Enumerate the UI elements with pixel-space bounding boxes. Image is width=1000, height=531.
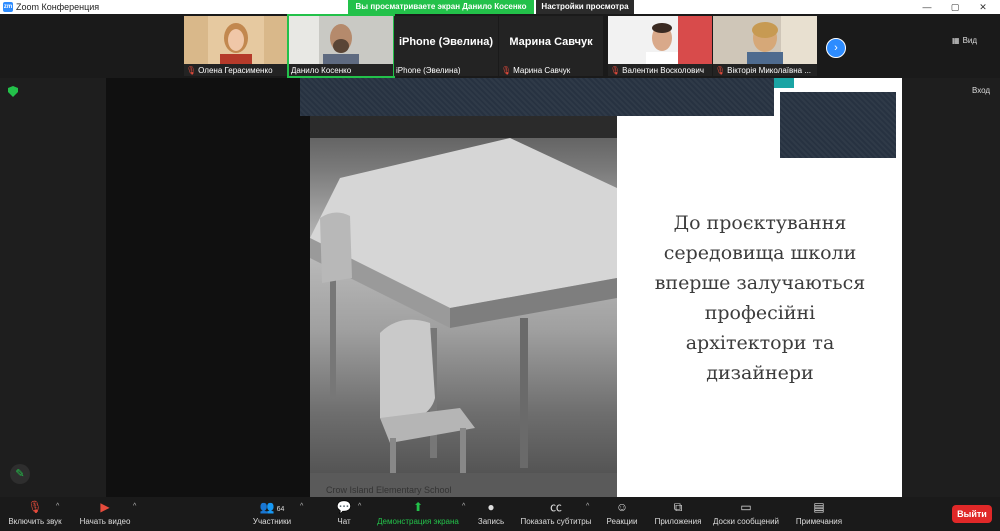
floating-video-overlay-right <box>780 92 896 158</box>
participant-name: 🎙 Вікторія Миколаївна ... <box>715 66 812 75</box>
mic-muted-icon: 🎙 <box>715 66 726 75</box>
participant-name: 🎙 Олена Герасименко <box>186 66 273 75</box>
floating-video-overlay <box>300 78 774 116</box>
participant-video <box>608 16 712 64</box>
apps-icon: ⧉ <box>673 500 683 514</box>
slide-photo: Crow Island Elementary School <box>310 78 617 497</box>
meeting-toolbar: 🎙 Включить звук ^ ▶ Начать видео ^ 👥 64 У… <box>0 497 1000 531</box>
apps-button[interactable]: ⧉ Приложения <box>652 500 704 526</box>
view-button[interactable]: ▦ Вид <box>952 36 977 45</box>
share-options-caret[interactable]: ^ <box>462 503 465 510</box>
classroom-photo <box>310 78 617 497</box>
participant-big-name: Марина Савчук <box>509 36 593 48</box>
slide-line: До проєктування <box>673 212 847 234</box>
participant-strip: 🎙 Олена Герасименко Данило Косенко iPhone… <box>0 14 1000 78</box>
photo-caption: Crow Island Elementary School <box>326 485 452 495</box>
window-title: Zoom Конференция <box>16 2 100 12</box>
mic-muted-icon: 🎙 <box>501 66 512 75</box>
participant-tile[interactable]: 🎙 Олена Герасименко <box>184 16 288 76</box>
chat-button[interactable]: 💬 Чат <box>330 500 358 526</box>
video-off-icon: ▶ <box>100 500 110 514</box>
chat-options-caret[interactable]: ^ <box>358 503 361 510</box>
participants-button[interactable]: 👥 64 Участники <box>248 500 296 526</box>
share-screen-icon: ⬆ <box>412 500 424 514</box>
participant-tile[interactable]: Данило Косенко <box>287 14 395 78</box>
slide-text: До проєктування середовища школи вперше … <box>632 208 888 388</box>
record-button[interactable]: ● Запись <box>474 500 508 526</box>
whiteboard-icon: ▭ <box>740 500 752 514</box>
chat-icon: 💬 <box>336 500 352 514</box>
mic-muted-icon: 🎙 <box>610 66 621 75</box>
minimize-button[interactable]: — <box>912 0 942 14</box>
zoom-app-icon: zm <box>3 2 13 12</box>
leave-meeting-button[interactable]: Выйти <box>952 505 992 523</box>
participant-video <box>184 16 288 64</box>
restore-button[interactable]: ▢ <box>940 0 970 14</box>
participants-options-caret[interactable]: ^ <box>300 503 303 510</box>
shared-screen-stage: Вход Crow Island Elementary School До пр… <box>0 78 1000 497</box>
video-options-caret[interactable]: ^ <box>133 503 136 510</box>
participant-video <box>289 16 393 64</box>
title-bar: zm Zoom Конференция Вы просматриваете эк… <box>0 0 1000 14</box>
overlay-accent <box>774 78 794 88</box>
participant-tile[interactable]: iPhone (Эвелина) iPhone (Эвелина) <box>394 16 498 76</box>
participant-tile[interactable]: Марина Савчук 🎙 Марина Савчук <box>499 16 603 76</box>
participant-name: Данило Косенко <box>291 66 352 75</box>
captions-icon: ㏄ <box>549 500 562 514</box>
slide-line: професійні <box>704 302 816 324</box>
captions-options-caret[interactable]: ^ <box>586 503 589 510</box>
captions-button[interactable]: ㏄ Показать субтитры <box>518 500 594 526</box>
record-icon: ● <box>487 500 495 514</box>
grid-icon: ▦ <box>952 36 960 45</box>
mic-muted-icon: 🎙 <box>186 66 197 75</box>
slide-line: вперше залучаються <box>654 272 866 294</box>
notes-button[interactable]: ▤ Примечания <box>790 500 848 526</box>
audio-options-caret[interactable]: ^ <box>56 503 59 510</box>
participants-icon: 👥 64 <box>259 500 285 514</box>
shared-screen: Crow Island Elementary School До проєкту… <box>106 78 902 497</box>
notes-icon: ▤ <box>813 500 825 514</box>
next-page-button[interactable]: › <box>826 38 846 58</box>
participant-video <box>713 16 817 64</box>
close-button[interactable]: ✕ <box>968 0 998 14</box>
annotate-pencil-icon[interactable]: ✎ <box>10 464 30 484</box>
participant-tile[interactable]: 🎙 Валентин Восколович <box>608 16 712 76</box>
slide-line: дизайнери <box>706 362 814 384</box>
start-video-button[interactable]: ▶ Начать видео <box>76 500 134 526</box>
participant-big-name: iPhone (Эвелина) <box>398 36 494 48</box>
slide-line: архітектори та <box>685 332 835 354</box>
enter-button[interactable]: Вход <box>972 86 990 95</box>
security-shield-icon[interactable] <box>8 86 18 97</box>
participant-tile[interactable]: 🎙 Вікторія Миколаївна ... <box>713 16 817 76</box>
participant-name: 🎙 Валентин Восколович <box>610 66 704 75</box>
participant-name: 🎙 Марина Савчук <box>501 66 571 75</box>
reactions-icon: ☺ <box>615 500 629 514</box>
screen-share-banner: Вы просматриваете экран Данило Косенко <box>348 0 534 14</box>
slide-line: середовища школи <box>663 242 857 264</box>
whiteboards-button[interactable]: ▭ Доски сообщений <box>710 500 782 526</box>
reactions-button[interactable]: ☺ Реакции <box>604 500 640 526</box>
participant-name: iPhone (Эвелина) <box>396 66 461 75</box>
share-screen-button[interactable]: ⬆ Демонстрация экрана <box>374 500 462 526</box>
view-settings-button[interactable]: Настройки просмотра <box>536 0 634 14</box>
